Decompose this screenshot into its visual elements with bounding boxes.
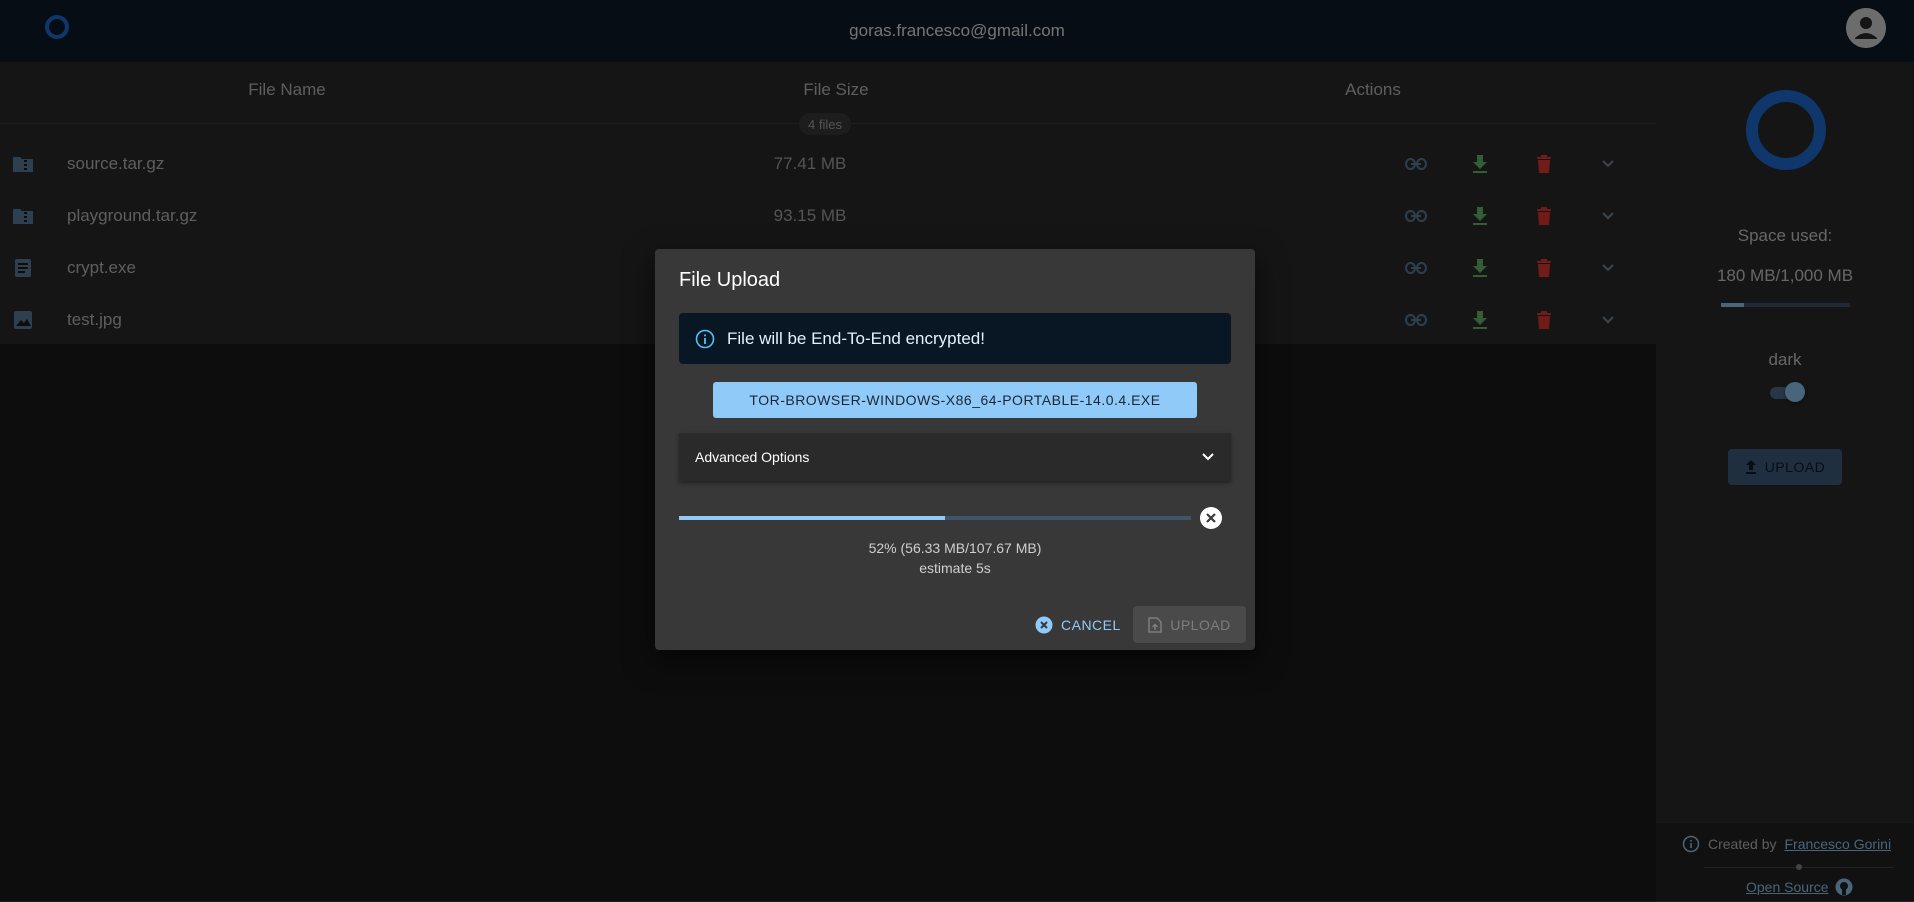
cancel-label: CANCEL [1061, 617, 1121, 633]
cancel-button[interactable]: CANCEL [1027, 607, 1129, 643]
upload-progress-bar [679, 516, 1191, 520]
estimate-text: estimate 5s [919, 560, 991, 576]
advanced-options-accordion[interactable]: Advanced Options [679, 433, 1231, 481]
upload-label: UPLOAD [1170, 616, 1231, 633]
chevron-down-icon [1202, 453, 1214, 461]
select-file-button[interactable]: TOR-BROWSER-WINDOWS-X86_64-PORTABLE-14.0… [713, 382, 1197, 418]
advanced-options-label: Advanced Options [695, 449, 810, 465]
upload-button[interactable]: UPLOAD [1133, 606, 1246, 643]
encryption-alert: File will be End-To-End encrypted! [679, 313, 1231, 364]
upload-progress-fill [679, 516, 946, 520]
dialog-title: File Upload [679, 269, 781, 291]
file-upload-icon [1148, 616, 1162, 633]
file-upload-dialog: File Upload File will be End-To-End encr… [655, 249, 1255, 650]
cancel-upload-icon[interactable] [1200, 507, 1222, 529]
progress-text: 52% (56.33 MB/107.67 MB) [868, 540, 1042, 556]
alert-text: File will be End-To-End encrypted! [727, 328, 985, 348]
cancel-circle-icon [1035, 616, 1053, 634]
info-icon [695, 329, 715, 348]
